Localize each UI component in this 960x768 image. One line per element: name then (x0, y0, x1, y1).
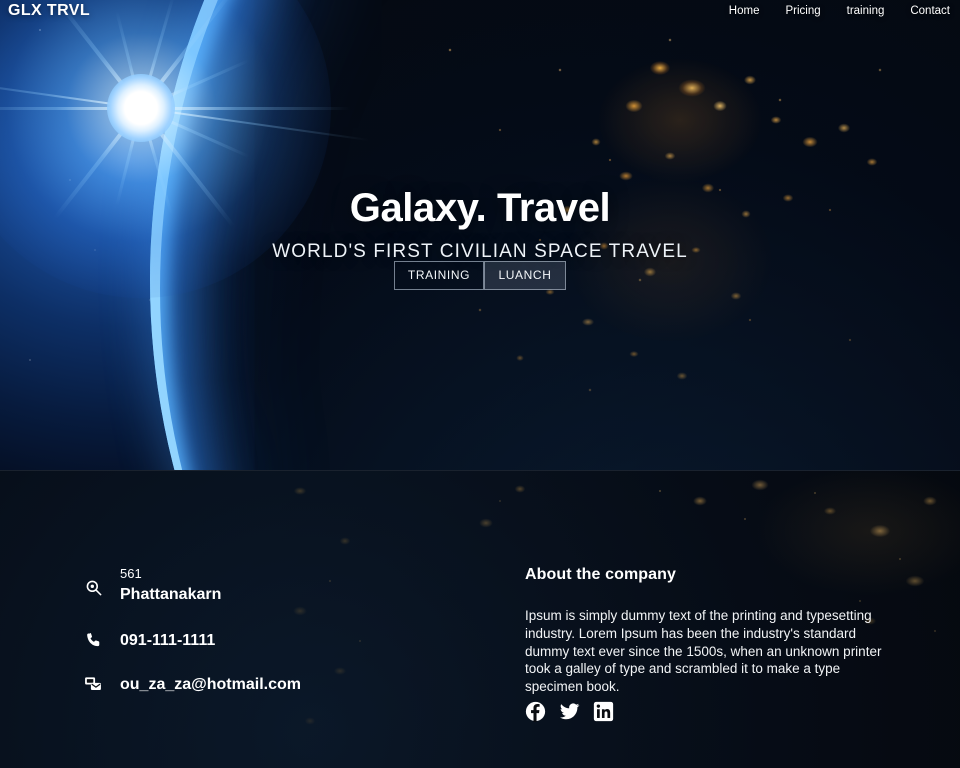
top-navigation: GLX TRVL Home Pricing training Contact (0, 0, 960, 22)
about-body: Ipsum is simply dummy text of the printi… (525, 608, 882, 695)
nav-item-training[interactable]: training (847, 5, 885, 17)
footer-content: 561 Phattanakarn 091-111-1111 ou_za_za@h… (0, 471, 960, 768)
training-button[interactable]: TRAINING (394, 261, 484, 290)
hero-title: Galaxy. Travel (349, 186, 611, 230)
hero-section: GLX TRVL Home Pricing training Contact G… (0, 0, 960, 470)
nav-item-contact[interactable]: Contact (910, 5, 950, 17)
nav-links: Home Pricing training Contact (729, 5, 950, 17)
contact-address-row: 561 Phattanakarn (0, 566, 500, 622)
brand-logo[interactable]: GLX TRVL (8, 2, 90, 20)
address-text: 561 Phattanakarn (120, 566, 221, 606)
hero-text-block: Galaxy. Travel WORLD'S FIRST CIVILIAN SP… (0, 186, 960, 263)
address-line-1: 561 (120, 566, 142, 581)
footer-section: 561 Phattanakarn 091-111-1111 ou_za_za@h… (0, 470, 960, 768)
about-column: About the company Ipsum is simply dummy … (500, 471, 960, 768)
email-value[interactable]: ou_za_za@hotmail.com (120, 675, 301, 695)
linkedin-icon[interactable] (593, 701, 614, 722)
contact-phone-row[interactable]: 091-111-1111 (0, 629, 500, 655)
nav-item-pricing[interactable]: Pricing (785, 5, 820, 17)
contact-email-row[interactable]: ou_za_za@hotmail.com (0, 673, 500, 699)
about-title: About the company (525, 566, 677, 583)
twitter-icon[interactable] (559, 701, 580, 722)
search-icon (82, 576, 104, 598)
phone-value[interactable]: 091-111-1111 (120, 631, 215, 651)
sun-core (107, 74, 175, 142)
hero-cta-group: TRAINING LUANCH (0, 261, 960, 290)
mail-icon (82, 673, 104, 695)
phone-icon (82, 629, 104, 651)
nav-item-home[interactable]: Home (729, 5, 760, 17)
facebook-icon[interactable] (525, 701, 546, 722)
social-links (525, 701, 614, 722)
hero-subtitle: WORLD'S FIRST CIVILIAN SPACE TRAVEL (272, 241, 688, 262)
address-line-2: Phattanakarn (120, 586, 222, 603)
contact-column: 561 Phattanakarn 091-111-1111 ou_za_za@h… (0, 471, 500, 768)
landing-page: GLX TRVL Home Pricing training Contact G… (0, 0, 960, 768)
launch-button[interactable]: LUANCH (484, 261, 566, 290)
